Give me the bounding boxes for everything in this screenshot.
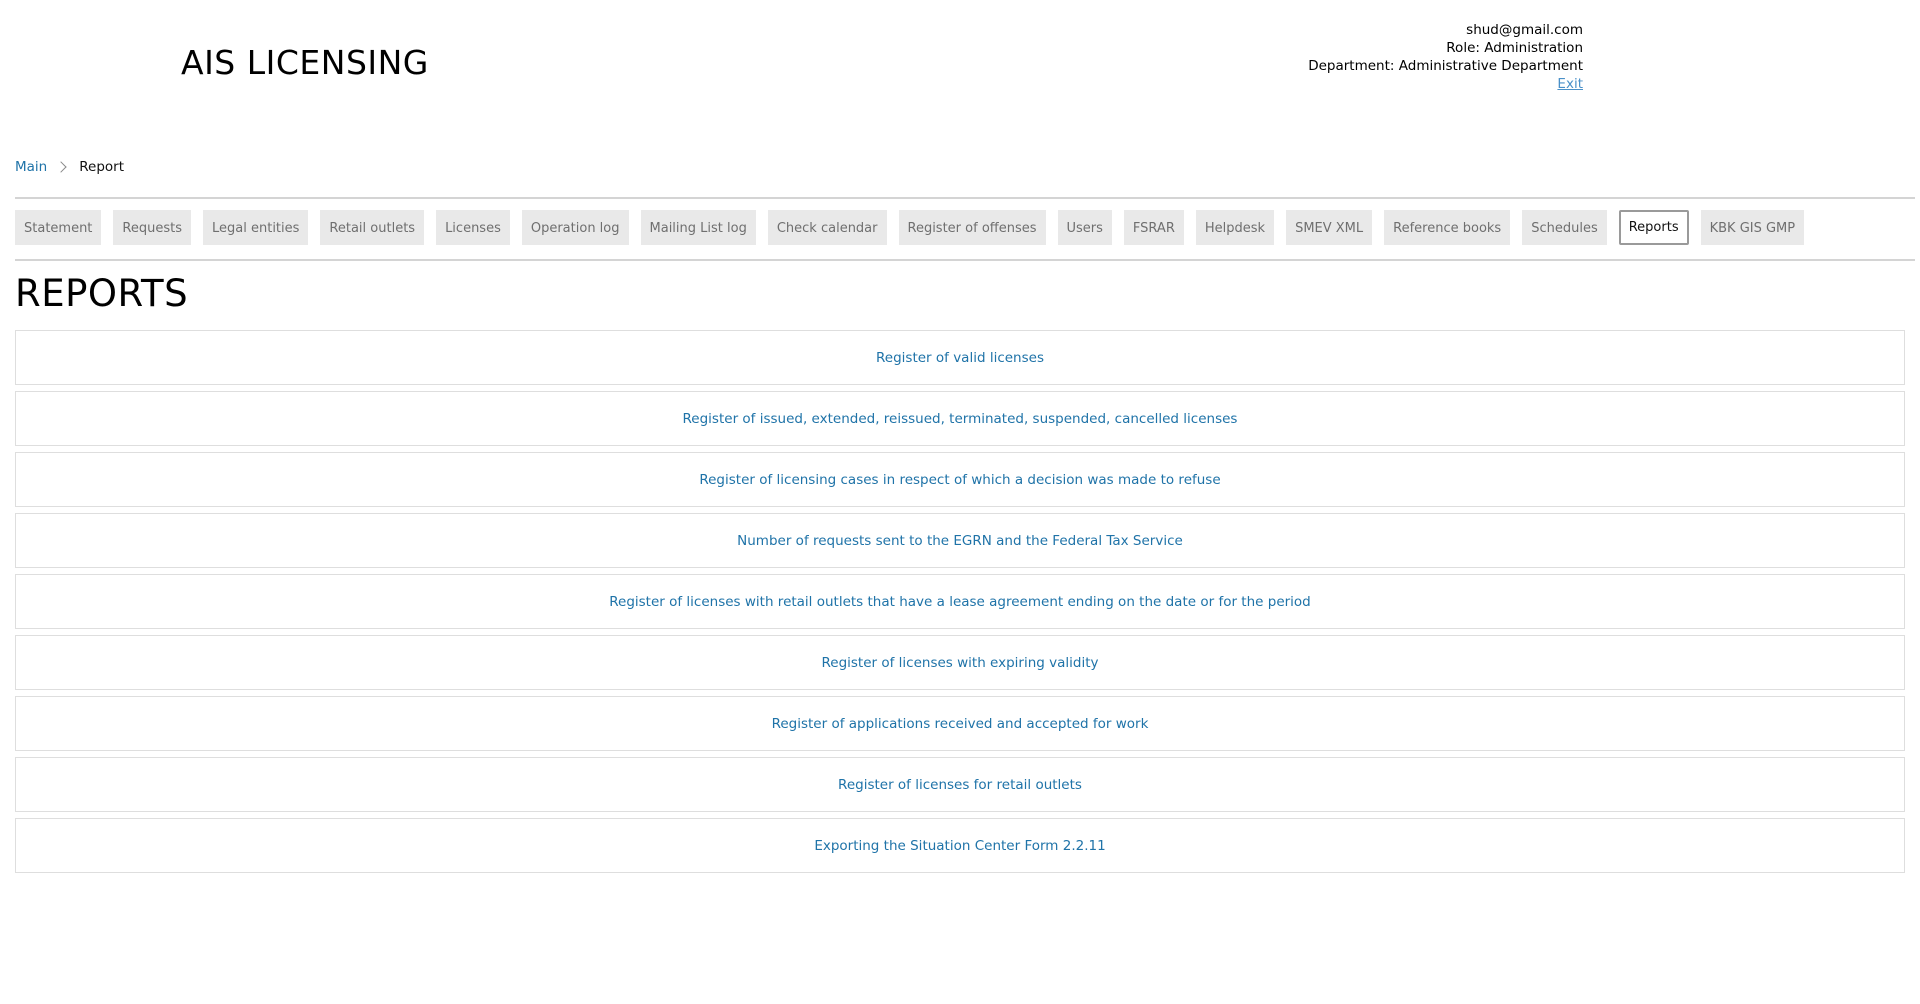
report-link[interactable]: Register of licenses with expiring valid…	[15, 635, 1905, 690]
report-link[interactable]: Register of valid licenses	[15, 330, 1905, 385]
user-role: Role: Administration	[1446, 40, 1583, 56]
tab-helpdesk[interactable]: Helpdesk	[1195, 210, 1275, 245]
report-link[interactable]: Register of applications received and ac…	[15, 696, 1905, 751]
exit-link[interactable]: Exit	[1557, 76, 1583, 92]
tab-requests[interactable]: Requests	[113, 210, 192, 245]
breadcrumb-main-link[interactable]: Main	[15, 159, 47, 175]
report-link[interactable]: Exporting the Situation Center Form 2.2.…	[15, 818, 1905, 873]
user-email: shud@gmail.com	[1466, 22, 1583, 38]
tab-fsrar[interactable]: FSRAR	[1123, 210, 1184, 245]
page-title: REPORTS	[15, 272, 189, 315]
app-title: AIS LICENSING	[181, 43, 429, 82]
tab-users[interactable]: Users	[1057, 210, 1112, 245]
tab-register-of-offenses[interactable]: Register of offenses	[898, 210, 1046, 245]
report-link[interactable]: Register of licensing cases in respect o…	[15, 452, 1905, 507]
report-link[interactable]: Register of licenses with retail outlets…	[15, 574, 1905, 629]
tab-retail-outlets[interactable]: Retail outlets	[320, 210, 425, 245]
tab-statement[interactable]: Statement	[15, 210, 102, 245]
breadcrumb: Main Report	[15, 159, 124, 175]
tab-check-calendar[interactable]: Check calendar	[767, 210, 887, 245]
page-header: AIS LICENSING shud@gmail.com Role: Admin…	[0, 0, 1920, 140]
user-info: shud@gmail.com Role: Administration Depa…	[1308, 21, 1583, 93]
reports-list: Register of valid licenses Register of is…	[15, 330, 1905, 879]
tab-smev-xml[interactable]: SMEV XML	[1286, 210, 1373, 245]
tab-legal-entities[interactable]: Legal entities	[203, 210, 309, 245]
user-department: Department: Administrative Department	[1308, 58, 1583, 74]
main-nav: Statement Requests Legal entities Retail ou…	[15, 197, 1915, 261]
tab-schedules[interactable]: Schedules	[1522, 210, 1607, 245]
report-link[interactable]: Register of issued, extended, reissued, …	[15, 391, 1905, 446]
tab-reports[interactable]: Reports	[1618, 210, 1689, 245]
report-link[interactable]: Number of requests sent to the EGRN and …	[15, 513, 1905, 568]
chevron-right-icon	[55, 161, 67, 173]
tab-mailing-list-log[interactable]: Mailing List log	[640, 210, 756, 245]
tab-reference-books[interactable]: Reference books	[1384, 210, 1511, 245]
report-link[interactable]: Register of licenses for retail outlets	[15, 757, 1905, 812]
nav-tabs: Statement Requests Legal entities Retail ou…	[15, 210, 1915, 245]
breadcrumb-current: Report	[79, 159, 124, 175]
tab-kbk-gis-gmp[interactable]: KBK GIS GMP	[1700, 210, 1805, 245]
tab-operation-log[interactable]: Operation log	[521, 210, 629, 245]
tab-licenses[interactable]: Licenses	[436, 210, 510, 245]
